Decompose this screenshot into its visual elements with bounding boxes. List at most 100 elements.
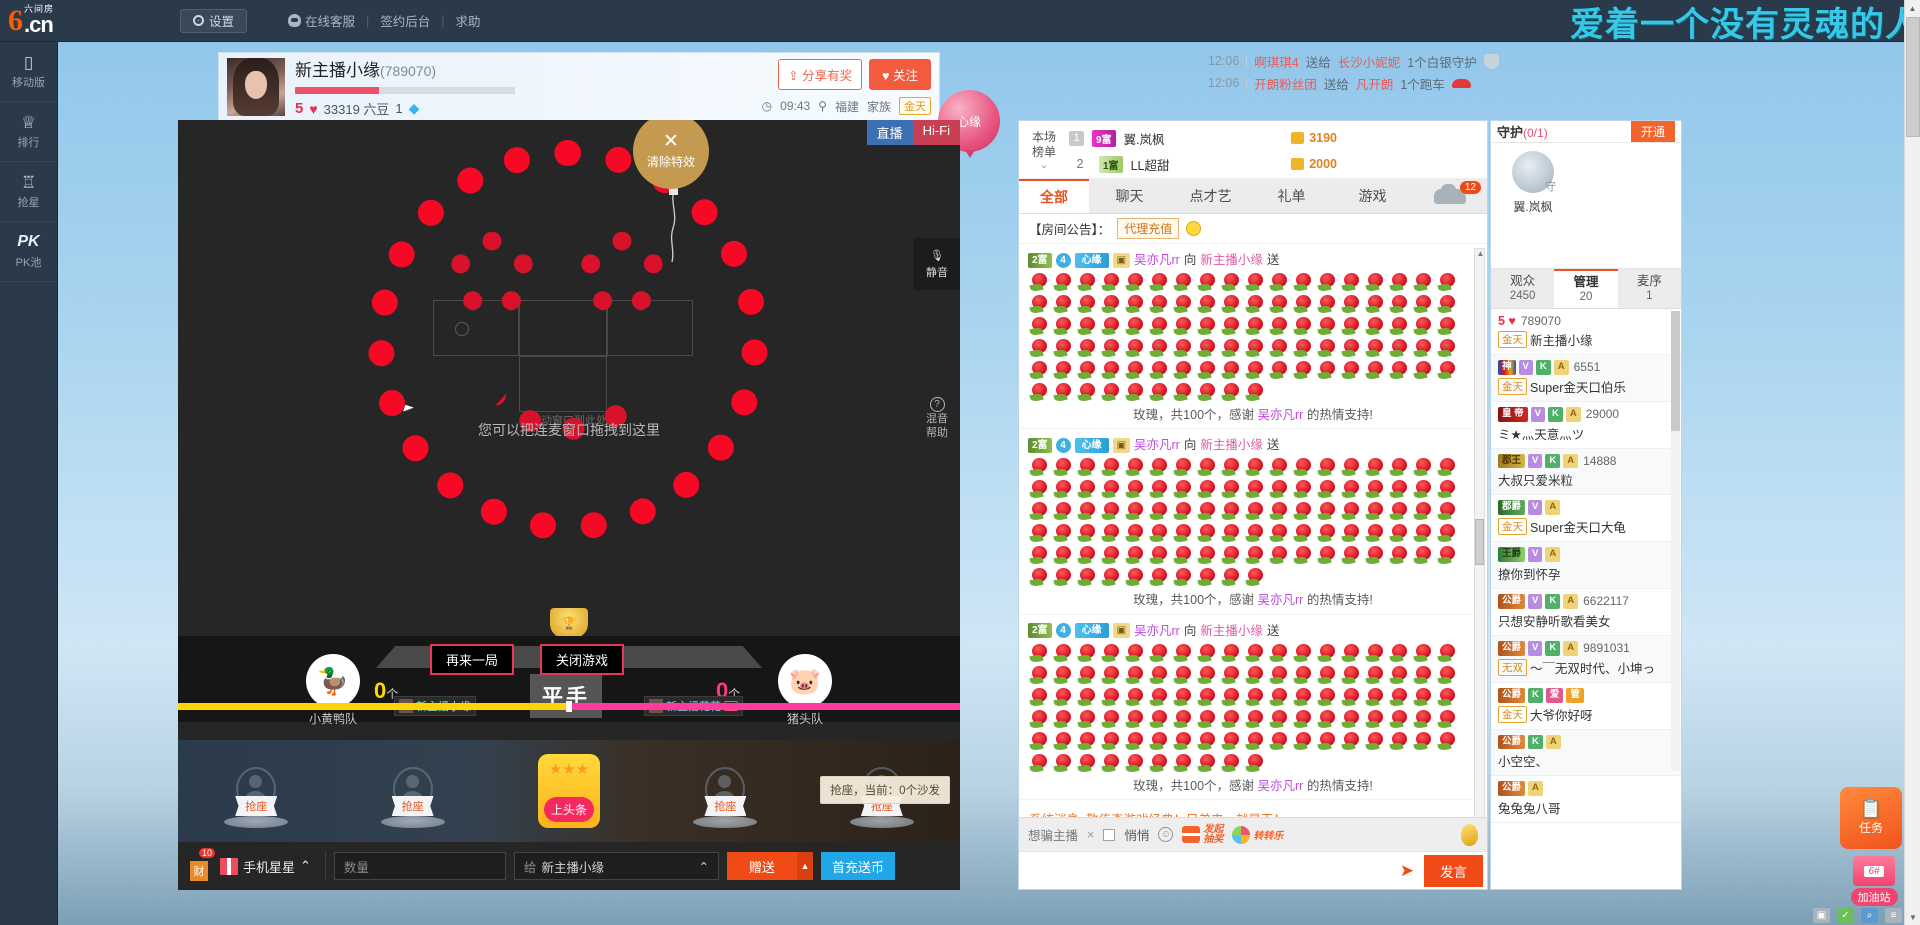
recharge-link[interactable]: 代理充值 [1117,218,1180,239]
mix-help-button[interactable]: ? 混音 帮助 [914,392,960,444]
gift-selector[interactable]: 手机星星 ⌃ [220,851,326,881]
scroll-up-arrow[interactable]: ▲ [1905,0,1920,16]
ranking-row[interactable]: 1 9富 翼.岚枫 3190 [1069,125,1487,151]
wheel-button[interactable]: 转转乐 [1232,825,1283,844]
rose-icon [1316,687,1339,708]
notification-receiver[interactable]: 凡开朗 [1356,74,1394,93]
tab-request[interactable]: 点才艺 [1170,179,1251,213]
chat-input[interactable] [1023,855,1390,886]
follow-button[interactable]: ♥ 关注 [869,59,931,90]
whisper-checkbox[interactable] [1103,828,1116,841]
smiley-icon[interactable]: ☺ [1158,827,1174,842]
send-gift-dropdown[interactable]: ▲ [796,852,813,880]
video-player[interactable]: 直播 Hi-Fi 请拖动窗口到此处 您可以把连麦窗口拖拽到这里 ✕ 清除特效 🎙… [178,120,960,740]
send-gift-button[interactable]: 赠送 [726,852,797,880]
first-recharge-button[interactable]: 首充送币 [820,852,895,880]
site-logo[interactable]: 6 六间房 .cn [0,5,92,36]
gift-target-select[interactable]: 给 新主播小缘 ⌃ [513,852,719,880]
ranking-row[interactable]: 2 1富 LL超甜 2000 [1069,151,1487,177]
rose-icon [1436,545,1459,566]
send-plane-icon[interactable]: ➤ [1390,861,1424,881]
link-online-service[interactable]: 在线客服 [277,11,366,30]
wealth-button[interactable]: 财 10 [186,848,215,881]
lottery-button[interactable]: 发起 抽奖 [1182,824,1224,845]
message-sender[interactable]: 吴亦凡rr [1134,622,1180,640]
play-again-button[interactable]: 再来一局 [430,644,515,675]
list-item[interactable]: 公爵 K A 小空空、 [1491,729,1681,777]
tray-icon-search[interactable]: ⌕ [1861,908,1878,923]
scroll-thumb[interactable] [1475,519,1484,565]
tab-car[interactable]: 12 [1413,179,1487,213]
lottery-label-2: 抽奖 [1203,833,1224,845]
list-item[interactable]: 公爵 K 爱管金天 大爷你好呀 [1491,683,1681,730]
list-item[interactable]: 5 ♥ 789070 金天 新主播小缘 [1491,309,1681,355]
tab-giftlist[interactable]: 礼单 [1251,179,1332,213]
close-game-button[interactable]: 关闭游戏 [540,644,625,675]
sidebar-item-grabstar[interactable]: ♖ 抢星 [0,162,57,222]
guardian-card[interactable]: 翼.岚枫 [1505,151,1561,215]
scroll-thumb[interactable] [1671,311,1680,431]
family-tag[interactable]: 金天 [899,97,931,115]
scroll-down-arrow[interactable]: ▼ [1905,909,1920,925]
rose-icon [1076,545,1099,566]
list-item[interactable]: 公爵 A 兔兔兔八哥 [1491,776,1681,824]
streamer-avatar[interactable] [227,58,285,116]
message-target[interactable]: 新主播小缘 [1200,622,1263,640]
tab-all[interactable]: 全部 [1019,179,1089,213]
seat-1[interactable]: 抢座 [178,740,334,842]
link-help[interactable]: 求助 [445,11,492,30]
sidebar-item-pk[interactable]: PK PK池 [0,222,57,282]
window-scrollbar[interactable]: ▲ ▼ [1904,0,1920,925]
message-sender[interactable]: 吴亦凡rr [1134,251,1180,269]
tray-icon-shield[interactable]: ✓ [1837,908,1854,923]
seat-headline[interactable]: ★★★ 上头条 [491,740,647,842]
gas-station-button[interactable]: 6# 加油站 [1836,850,1912,912]
message-sender[interactable]: 吴亦凡rr [1134,436,1180,454]
seat-2[interactable]: 抢座 [334,740,490,842]
message-target[interactable]: 新主播小缘 [1200,251,1263,269]
sidebar-item-mobile[interactable]: ▯ 移动版 [0,42,57,102]
seat-4[interactable]: 抢座 [647,740,803,842]
user-list[interactable]: 5 ♥ 789070 金天 新主播小缘神 V K A 6551 金天 Super金天口伯乐皇 帝V… [1491,309,1681,889]
list-item[interactable]: 郡王 V K A 14888 大叔只爱米粒 [1491,448,1681,496]
settings-button[interactable]: 设置 [180,8,248,33]
golden-egg-icon[interactable] [1461,823,1478,846]
tab-game[interactable]: 游戏 [1332,179,1413,213]
send-message-button[interactable]: 发言 [1424,854,1483,887]
seat-5[interactable]: 抢座 抢座，当前：0个沙发 [804,740,960,842]
list-item[interactable]: 王爵 V A 撩你到怀孕 [1491,542,1681,590]
user-list-scrollbar[interactable] [1671,311,1680,771]
chat-scrollbar[interactable]: ▲ ▼ [1474,248,1485,817]
chat-messages[interactable]: 2富 4 心缘 ▣ 吴亦凡rr 向 新主播小缘 送 玫瑰，共100个，感谢 吴亦… [1019,244,1487,817]
link-contract-backend[interactable]: 签约后台 [369,11,441,30]
scroll-thumb[interactable] [1906,17,1920,137]
sidebar-item-rank[interactable]: ♕ 排行 [0,102,57,162]
list-item[interactable]: 皇 帝 V K A 29000 ミ★灬天意灬ツ [1491,402,1681,449]
quantity-input[interactable]: 数量 [333,852,506,880]
headline-badge[interactable]: ★★★ 上头条 [538,754,601,828]
tray-icon-1[interactable]: ▣ [1813,908,1830,923]
tab-micqueue[interactable]: 麦序 1 [1618,269,1681,308]
list-item[interactable]: 神 V K A 6551 金天 Super金天口伯乐 [1491,355,1681,402]
task-button[interactable]: 📋 任务 [1840,787,1902,849]
scroll-up-arrow[interactable]: ▲ [1476,249,1485,259]
list-item[interactable]: 公爵 V K A 6622117 只想安静听歌看美女 [1491,589,1681,636]
rose-icon [1292,665,1315,686]
tab-admin[interactable]: 管理 20 [1554,269,1618,308]
message-target[interactable]: 新主播小缘 [1200,436,1263,454]
ranking-toggle[interactable]: 本场 榜单 ⌄ [1019,125,1069,178]
list-item[interactable]: 公爵 V K A 9891031 无双 〜￣无双时代、小坤っ [1491,635,1681,683]
tab-audience[interactable]: 观众 2450 [1491,269,1554,308]
tray-icon-more[interactable]: ≡ [1885,908,1902,923]
list-item[interactable]: 郡爵 V A 金天 Super金天口大龟 [1491,495,1681,543]
close-icon[interactable]: × [1087,828,1094,842]
guardian-open-button[interactable]: 开通 [1630,121,1675,142]
mute-button[interactable]: 🎙 静音 [914,238,960,290]
notification-sender[interactable]: 开朗粉丝团 [1254,74,1317,93]
user-name: 金天 大爷你好呀 [1498,705,1674,724]
share-button[interactable]: ⇪ 分享有奖 [778,59,863,90]
notification-receiver[interactable]: 长沙小妮妮 [1338,52,1401,71]
target-name: 新主播小缘 [541,860,604,875]
notification-sender[interactable]: 啊琪琪4 [1254,52,1298,71]
tab-chat[interactable]: 聊天 [1089,179,1170,213]
